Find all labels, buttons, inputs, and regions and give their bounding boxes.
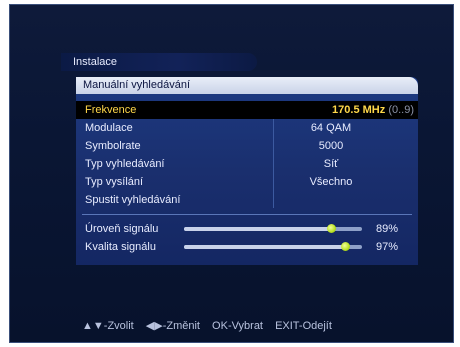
hint-select: ▲▼-Zvolit <box>82 320 134 332</box>
frequency-value-group: 170.5 MHz (0..9) <box>294 101 414 119</box>
broadcast-type-label: Typ vysílání <box>85 176 144 188</box>
row-frequency[interactable]: Frekvence 170.5 MHz (0..9) <box>76 101 418 119</box>
scan-type-value: Síť <box>323 158 339 170</box>
signal-quality-knob <box>341 242 350 251</box>
broadcast-type-value: Všechno <box>309 176 353 188</box>
row-scan-type[interactable]: Typ vyhledávání Síť <box>76 155 418 173</box>
panel-title: Manuální vyhledávání <box>76 77 418 94</box>
signal-level-bar <box>184 224 362 233</box>
signal-level-label: Úroveň signálu <box>85 223 159 235</box>
signal-level-row: Úroveň signálu 89% <box>76 221 418 237</box>
row-start-scan[interactable]: Spustit vyhledávání <box>76 191 418 209</box>
signal-quality-bar <box>184 242 362 251</box>
manual-scan-panel: Manuální vyhledávání Frekvence 170.5 MHz… <box>76 77 418 265</box>
symbolrate-value: 5000 <box>318 140 344 152</box>
footer-hints: ▲▼-Zvolit ◀▶-Změnit OK-Vybrat EXIT-Odejí… <box>82 319 341 332</box>
signal-level-fill <box>184 227 331 231</box>
row-broadcast-type[interactable]: Typ vysílání Všechno <box>76 173 418 191</box>
menu-title: Instalace <box>61 53 257 71</box>
hint-exit: EXIT-Odejít <box>275 320 332 332</box>
hint-change: ◀▶-Změnit <box>145 320 200 332</box>
frequency-value: 170.5 MHz <box>332 104 386 116</box>
row-symbolrate[interactable]: Symbolrate 5000 <box>76 137 418 155</box>
frequency-range: (0..9) <box>388 104 414 116</box>
start-scan-label: Spustit vyhledávání <box>85 194 181 206</box>
separator <box>82 214 412 215</box>
hint-ok: OK-Vybrat <box>212 320 263 332</box>
modulation-label: Modulace <box>85 122 133 134</box>
frequency-label: Frekvence <box>85 104 137 116</box>
symbolrate-label: Symbolrate <box>85 140 141 152</box>
signal-level-percent: 89% <box>376 223 399 235</box>
tv-screen: Instalace Manuální vyhledávání Frekvence… <box>9 4 454 343</box>
modulation-value: 64 QAM <box>310 122 352 134</box>
row-modulation[interactable]: Modulace 64 QAM <box>76 119 418 137</box>
signal-quality-fill <box>184 245 345 249</box>
signal-level-knob <box>327 224 336 233</box>
scan-type-label: Typ vyhledávání <box>85 158 165 170</box>
signal-quality-label: Kvalita signálu <box>85 241 156 253</box>
signal-quality-row: Kvalita signálu 97% <box>76 239 418 255</box>
signal-quality-percent: 97% <box>376 241 399 253</box>
